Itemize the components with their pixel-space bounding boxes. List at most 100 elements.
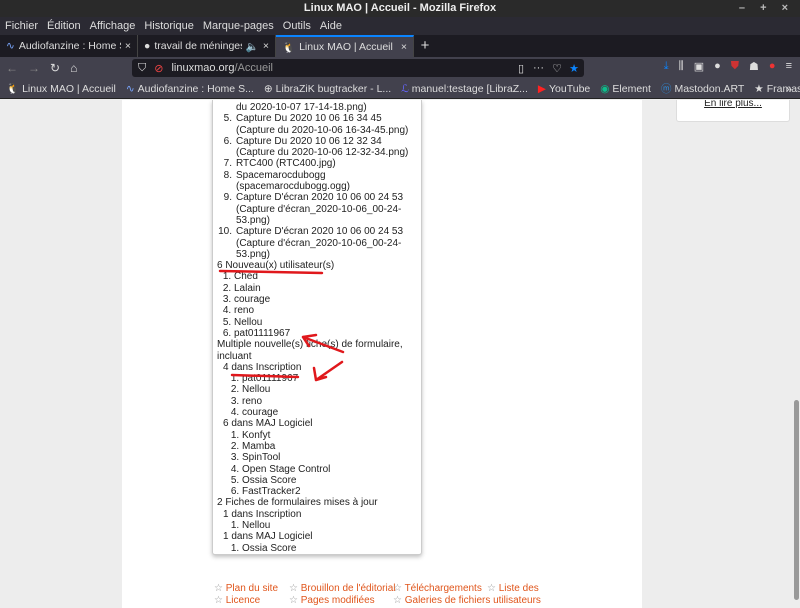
list-item[interactable]: Open Stage Control <box>242 464 417 475</box>
globe-icon: ● <box>144 40 151 52</box>
menu-affichage[interactable]: Affichage <box>90 20 136 32</box>
home-icon[interactable]: ⌂ <box>70 61 77 75</box>
updated-heading: 2 Fiches de formulaires mises à jour <box>217 497 378 509</box>
tab-audiofanzine[interactable]: ∿Audiofanzine : Home Stu× <box>0 35 138 57</box>
footer-link-liste[interactable]: ☆ Liste des <box>487 583 539 595</box>
menu-fichier[interactable]: Fichier <box>5 20 38 32</box>
audiofanzine-icon: ∿ <box>6 40 15 52</box>
list-item[interactable]: Mamba <box>242 441 417 452</box>
list-item[interactable]: SpinTool <box>242 452 417 463</box>
mastodon-icon: ⓜ <box>660 83 672 95</box>
maj-list: Konfyt Mamba SpinTool Open Stage Control… <box>217 430 417 498</box>
pocket-icon[interactable]: ♡ <box>552 62 562 75</box>
ublock-icon[interactable]: ⛊ <box>731 60 739 73</box>
sidebar-icon[interactable]: ▣ <box>694 60 704 73</box>
list-item[interactable]: 10. Capture D'écran 2020 10 06 00 24 53 (… <box>217 226 417 260</box>
bookmarks-overflow-icon[interactable]: » <box>786 83 792 95</box>
bookmark-manuel-testage[interactable]: ℒmanuel:testage [LibraZ... <box>401 83 528 95</box>
tab-travail[interactable]: ●travail de méninges! -🔈× <box>138 35 276 57</box>
librazik-icon: ℒ <box>401 82 409 95</box>
menu-historique[interactable]: Historique <box>144 20 194 32</box>
reload-icon[interactable]: ↻ <box>50 61 60 75</box>
window-titlebar: Linux MAO | Accueil - Mozilla Firefox – +… <box>0 0 800 17</box>
new-tab-button[interactable]: + <box>414 35 436 57</box>
list-item[interactable]: Ossia Score <box>242 543 417 554</box>
footer-link-pages-modifiees[interactable]: ☆ Pages modifiées <box>289 595 393 607</box>
window-controls[interactable]: – + × <box>739 0 794 17</box>
bookmark-element[interactable]: ◉ Element <box>600 83 651 95</box>
list-item[interactable]: Ossia Score <box>242 475 417 486</box>
bookmark-linuxmao[interactable]: 🐧 Linux MAO | Accueil <box>6 82 116 96</box>
list-item[interactable]: 5. Capture Du 2020 10 06 16 34 45 (Captur… <box>217 113 417 136</box>
list-item[interactable]: pat01111967 <box>242 373 417 384</box>
window-title: Linux MAO | Accueil - Mozilla Firefox <box>303 2 497 14</box>
page-actions-icon[interactable]: ··· <box>533 62 544 74</box>
list-item[interactable]: courage <box>234 294 417 305</box>
close-tab-icon[interactable]: × <box>263 40 269 52</box>
url-bar[interactable]: ⛉ ⊘ linuxmao.org/Accueil ▯ ··· ♡ ★ <box>132 59 584 77</box>
footer-link-licence[interactable]: ☆ Licence <box>214 595 289 607</box>
list-item[interactable]: 7. RTC400 (RTC400.jpg) <box>217 158 417 169</box>
updated-inscription-list: Nellou <box>217 520 417 531</box>
globe-icon: ⊕ <box>263 82 273 95</box>
new-users-list: Ched Lalain courage reno Nellou pat01111… <box>217 271 417 339</box>
list-item[interactable]: reno <box>242 396 417 407</box>
list-item[interactable]: Nellou <box>234 317 417 328</box>
menu-outils[interactable]: Outils <box>283 20 311 32</box>
menu-marque-pages[interactable]: Marque-pages <box>203 20 274 32</box>
library-icon[interactable]: ⫼ <box>679 60 684 73</box>
privacy-badger-icon[interactable]: ● <box>769 60 776 73</box>
close-tab-icon[interactable]: × <box>401 41 407 53</box>
extension-icon[interactable]: ☗ <box>749 60 759 73</box>
page-scrollbar[interactable] <box>793 100 800 608</box>
bookmark-audiofanzine[interactable]: ∿ Audiofanzine : Home S... <box>126 83 254 95</box>
tab-linuxmao[interactable]: 🐧 Linux MAO | Accueil × <box>276 35 414 57</box>
bookmarks-bar: 🐧 Linux MAO | Accueil ∿ Audiofanzine : Hom… <box>0 79 800 99</box>
read-more-link[interactable]: En lire plus... <box>704 100 762 109</box>
tab-strip: ∿Audiofanzine : Home Stu× ●travail de mé… <box>0 35 800 57</box>
footer-link-brouillon[interactable]: ☆ Brouillon de l'éditorial <box>289 583 396 595</box>
sidebar-box: En lire plus... <box>676 100 790 122</box>
list-item[interactable]: 8. Spacemarocdubogg (spacemarocdubogg.ogg… <box>217 170 417 193</box>
menu-aide[interactable]: Aide <box>320 20 342 32</box>
list-item[interactable]: Ched <box>234 271 417 282</box>
list-item[interactable]: reno <box>234 305 417 316</box>
shield-icon[interactable]: ⛉ <box>138 62 146 75</box>
url-path: /Accueil <box>234 62 273 74</box>
list-item[interactable]: Lalain <box>234 283 417 294</box>
bookmark-mastodon[interactable]: ⓜ Mastodon.ART <box>661 81 744 96</box>
footer-link-galeries[interactable]: ☆ Galeries de fichiers utilisateurs <box>393 595 541 607</box>
list-item[interactable]: 9. Capture D'écran 2020 10 06 00 24 53 (C… <box>217 192 417 226</box>
scrollbar-thumb[interactable] <box>794 400 799 600</box>
close-tab-icon[interactable]: × <box>125 40 131 52</box>
bookmark-star-icon[interactable]: ★ <box>569 62 579 75</box>
list-item[interactable]: Nellou <box>242 384 417 395</box>
menu-edition[interactable]: Édition <box>47 20 81 32</box>
tux-icon: 🐧 <box>6 83 20 95</box>
menu-bar: Fichier Édition Affichage Historique Mar… <box>0 17 800 35</box>
bookmark-librazik-bugtracker[interactable]: ⊕ LibraZiK bugtracker - L... <box>264 83 391 95</box>
list-item[interactable]: FastTracker2 <box>242 486 417 497</box>
inscription-heading: 4 dans Inscription <box>223 361 302 373</box>
maj-heading: 6 dans MAJ Logiciel <box>223 418 313 430</box>
list-item[interactable]: 6. Capture Du 2020 10 06 12 32 34 (Captur… <box>217 136 417 159</box>
star-icon: ★ <box>754 82 764 95</box>
footer-link-telechargements[interactable]: ☆ Téléchargements <box>393 583 487 595</box>
bookmark-framasphere[interactable]: ★Framasphere* <box>754 83 800 95</box>
list-item[interactable]: Konfyt <box>242 430 417 441</box>
list-item[interactable]: pat01111967 <box>234 328 417 339</box>
reader-view-icon[interactable]: ▯ <box>518 62 524 75</box>
download-icon[interactable]: ⤓ <box>664 60 669 73</box>
footer-link-plan[interactable]: ☆ Plan du site <box>214 583 289 595</box>
hamburger-menu-icon[interactable]: ≡ <box>786 60 792 73</box>
speaker-icon[interactable]: 🔈 <box>246 40 259 53</box>
forward-icon[interactable]: → <box>28 61 40 75</box>
tux-icon: 🐧 <box>282 41 296 54</box>
account-icon[interactable]: ● <box>714 60 721 73</box>
bookmark-youtube[interactable]: ▶ YouTube <box>538 83 590 95</box>
forms-heading: Multiple nouvelle(s) fiche(s) de formula… <box>217 339 403 362</box>
footer-links: ☆ Plan du site ☆ Brouillon de l'éditoria… <box>214 583 541 606</box>
list-item[interactable]: Nellou <box>242 520 417 531</box>
back-icon[interactable]: ← <box>6 61 18 75</box>
list-item[interactable]: courage <box>242 407 417 418</box>
